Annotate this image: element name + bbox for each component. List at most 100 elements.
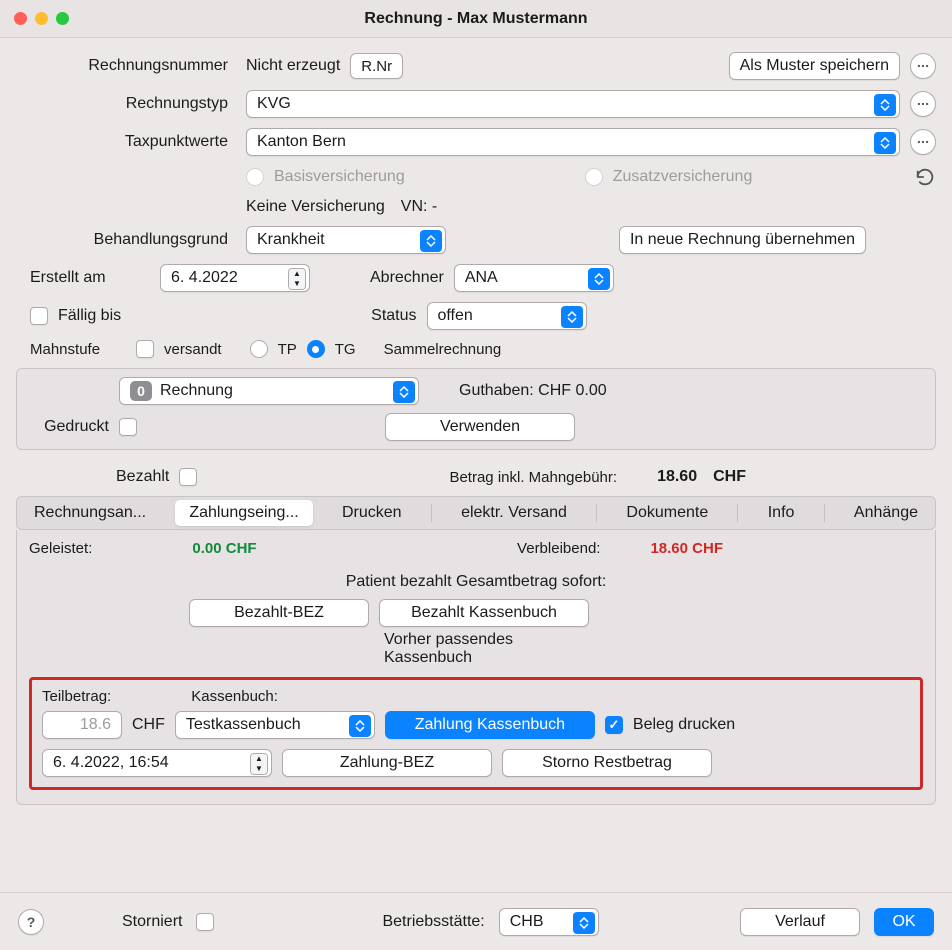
verbleibend-value: 18.60 CHF [650,540,723,557]
chevron-updown-icon [874,132,896,154]
rnr-button[interactable]: R.Nr [350,53,403,79]
zahlung-kassenbuch-button[interactable]: Zahlung Kassenbuch [385,711,595,739]
erstellt-am-field[interactable]: 6. 4.2022 ▲▼ [160,264,310,292]
tab-info[interactable]: Info [754,500,809,526]
behandlungsgrund-label: Behandlungsgrund [16,231,236,249]
chevron-updown-icon [573,912,595,934]
tp-radio[interactable] [250,340,268,358]
vorher-kassenbuch-label-2: Kassenbuch [384,649,513,667]
chevron-updown-icon [393,381,415,403]
kassenbuch-select[interactable]: Testkassenbuch [175,711,375,739]
taxpunktwerte-label: Taxpunktwerte [16,133,236,151]
tab-anhaenge[interactable]: Anhänge [840,500,932,526]
teilbetrag-panel: Teilbetrag: Kassenbuch: 18.6 CHF Testkas… [29,677,923,790]
behandlungsgrund-value: Krankheit [257,231,325,249]
versandt-label: versandt [164,341,222,358]
betriebsstaette-value: CHB [510,913,544,931]
betrag-currency: CHF [713,468,746,486]
vn-label: VN: - [401,198,437,216]
chevron-updown-icon [349,715,371,737]
storniert-checkbox[interactable] [196,913,214,931]
more-options-button-3[interactable] [910,129,936,155]
abrechner-select[interactable]: ANA [454,264,614,292]
close-window-button[interactable] [14,12,27,25]
ellipsis-icon [916,135,930,149]
mahnstufe-panel: 0 Rechnung Guthaben: CHF 0.00 Gedruckt V… [16,368,936,450]
faellig-bis-checkbox[interactable] [30,307,48,325]
ellipsis-icon [916,59,930,73]
teilbetrag-input[interactable]: 18.6 [42,711,122,739]
bezahlt-bez-button[interactable]: Bezahlt-BEZ [189,599,369,627]
zahlung-date-field[interactable]: 6. 4.2022, 16:54 ▲▼ [42,749,272,777]
sammelrechnung-label: Sammelrechnung [384,341,502,358]
ok-button[interactable]: OK [874,908,934,936]
gedruckt-label: Gedruckt [29,418,109,436]
in-neue-rechnung-button[interactable]: In neue Rechnung übernehmen [619,226,866,254]
zahlung-date-value: 6. 4.2022, 16:54 [53,754,169,772]
rechnungstyp-value: KVG [257,95,291,113]
minimize-window-button[interactable] [35,12,48,25]
mahnstufe-badge: 0 [130,381,152,401]
tp-label: TP [278,341,297,358]
tab-rechnungsan[interactable]: Rechnungsan... [20,500,160,526]
bezahlt-kassenbuch-button[interactable]: Bezahlt Kassenbuch [379,599,589,627]
more-options-button-2[interactable] [910,91,936,117]
ellipsis-icon [916,97,930,111]
verbleibend-label: Verbleibend: [517,540,600,557]
reload-icon [914,166,936,188]
chevron-updown-icon [588,268,610,290]
versandt-checkbox[interactable] [136,340,154,358]
betriebsstaette-select[interactable]: CHB [499,908,599,936]
basisversicherung-radio [246,168,264,186]
chevron-updown-icon [874,94,896,116]
verwenden-button[interactable]: Verwenden [385,413,575,441]
tab-separator [824,504,825,522]
guthaben-label: Guthaben: CHF 0.00 [459,382,607,400]
als-muster-speichern-button[interactable]: Als Muster speichern [729,52,900,80]
status-value: offen [438,307,473,325]
erstellt-am-value: 6. 4.2022 [171,269,238,287]
abrechner-value: ANA [465,269,498,287]
zusatzversicherung-label: Zusatzversicherung [613,168,753,186]
zahlung-bez-button[interactable]: Zahlung-BEZ [282,749,492,777]
beleg-drucken-checkbox[interactable] [605,716,623,734]
erstellt-am-label: Erstellt am [30,269,150,287]
tab-drucken[interactable]: Drucken [328,500,416,526]
maximize-window-button[interactable] [56,12,69,25]
gedruckt-checkbox[interactable] [119,418,137,436]
kassenbuch-value: Testkassenbuch [186,716,301,734]
basisversicherung-label: Basisversicherung [274,168,405,186]
bezahlt-checkbox[interactable] [179,468,197,486]
date-stepper[interactable]: ▲▼ [288,268,306,290]
tab-dokumente[interactable]: Dokumente [612,500,722,526]
vorher-kassenbuch-label-1: Vorher passendes [384,631,513,649]
chevron-updown-icon [561,306,583,328]
rechnungsnummer-status: Nicht erzeugt [246,57,340,75]
tab-zahlungseingang[interactable]: Zahlungseing... [175,500,312,526]
betrag-value: 18.60 [657,468,697,486]
tab-bar: Rechnungsan... Zahlungseing... Drucken e… [16,496,936,530]
window-controls [14,12,69,25]
abrechner-label: Abrechner [370,269,444,287]
status-label: Status [371,307,416,325]
more-options-button-1[interactable] [910,53,936,79]
verlauf-button[interactable]: Verlauf [740,908,860,936]
keine-versicherung-label: Keine Versicherung [246,198,385,216]
storno-restbetrag-button[interactable]: Storno Restbetrag [502,749,712,777]
tab-separator [596,504,597,522]
tab-separator [431,504,432,522]
taxpunktwerte-select[interactable]: Kanton Bern [246,128,900,156]
behandlungsgrund-select[interactable]: Krankheit [246,226,446,254]
teilbetrag-label: Teilbetrag: [42,688,111,705]
help-button[interactable]: ? [18,909,44,935]
beleg-drucken-label: Beleg drucken [633,716,735,734]
status-select[interactable]: offen [427,302,587,330]
reload-button[interactable] [914,166,936,188]
tg-label: TG [335,341,356,358]
betriebsstaette-label: Betriebsstätte: [382,913,484,931]
tg-radio[interactable] [307,340,325,358]
date-stepper[interactable]: ▲▼ [250,753,268,775]
tab-elektr-versand[interactable]: elektr. Versand [447,500,581,526]
mahnstufe-select[interactable]: 0 Rechnung [119,377,419,405]
rechnungstyp-select[interactable]: KVG [246,90,900,118]
